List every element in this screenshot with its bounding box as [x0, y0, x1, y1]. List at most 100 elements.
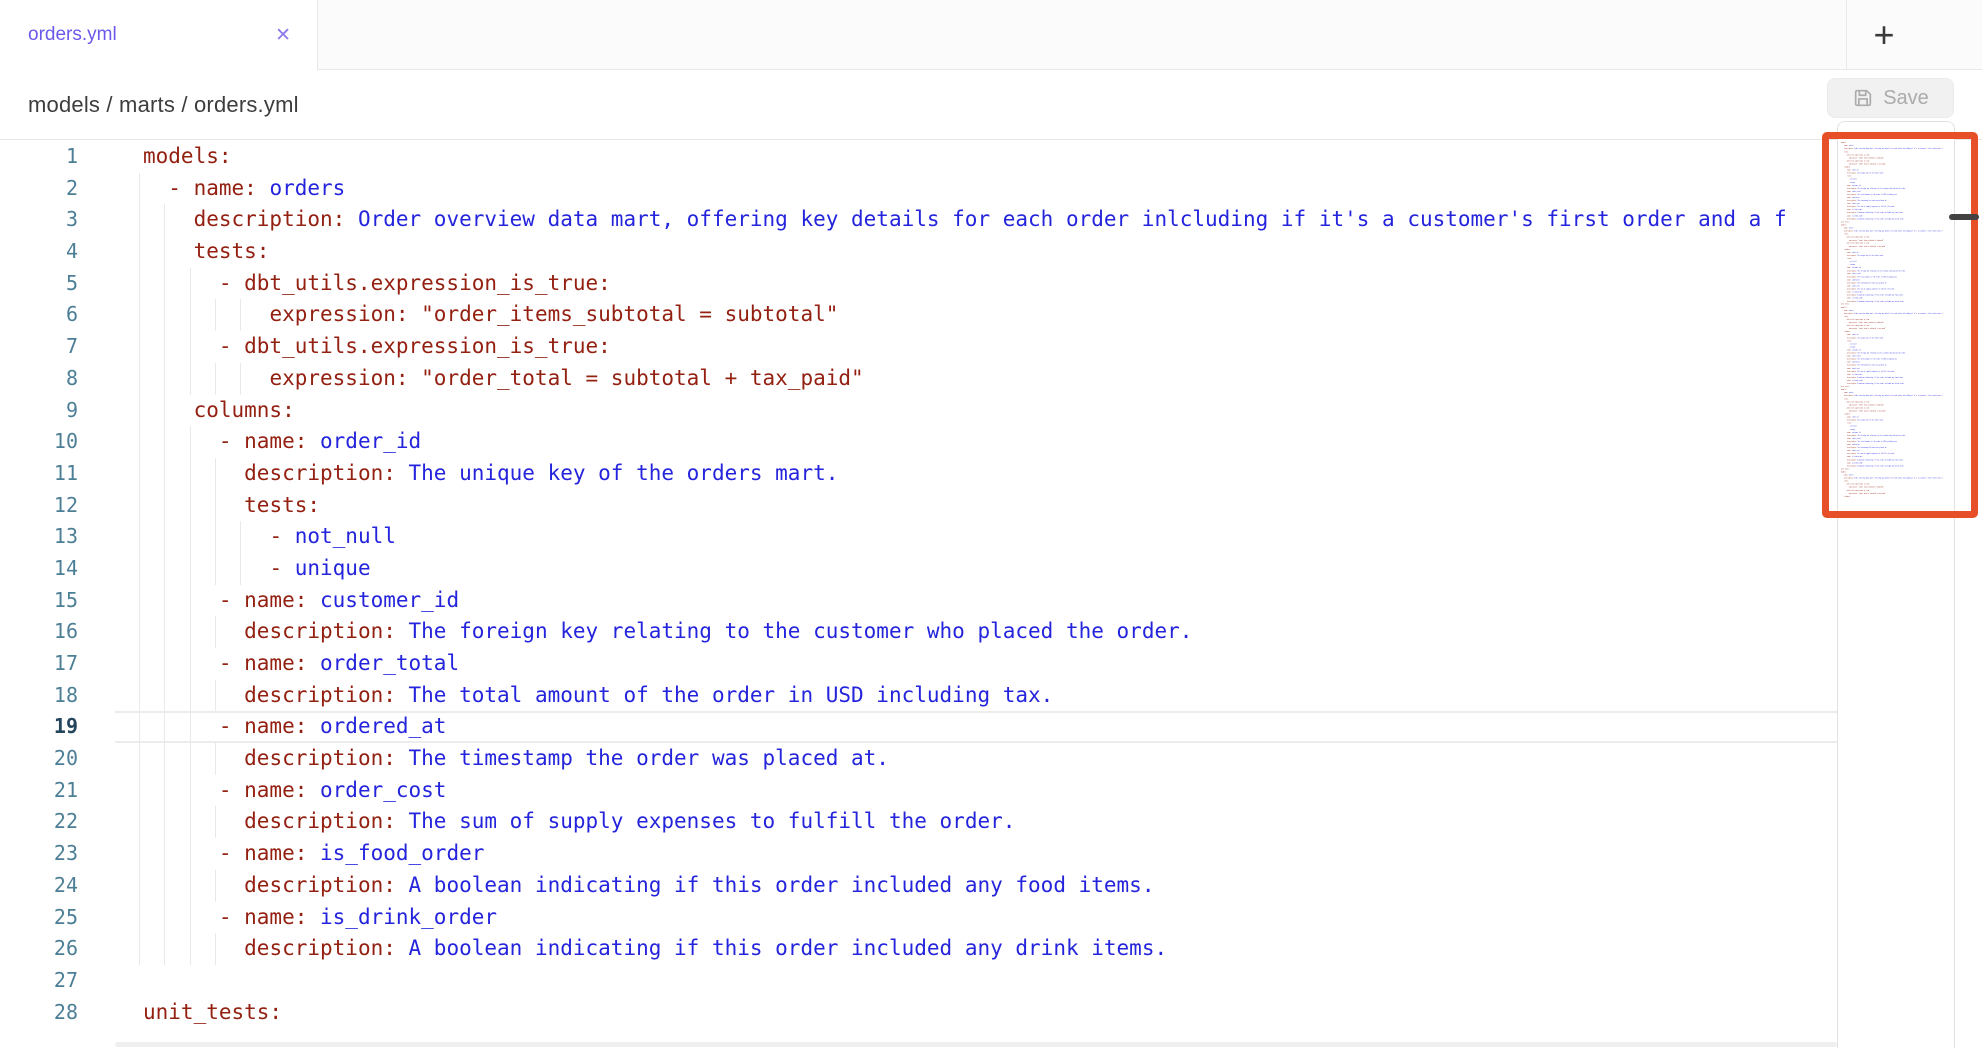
indent-guide: [164, 838, 165, 870]
line-number[interactable]: 23: [0, 838, 115, 870]
line-number[interactable]: 7: [0, 331, 115, 363]
code-line[interactable]: - not_null: [115, 521, 1837, 553]
code-line[interactable]: - name: orders: [115, 173, 1837, 205]
line-number[interactable]: 14: [0, 553, 115, 585]
code-line[interactable]: description: The unique key of the order…: [115, 458, 1837, 490]
line-number[interactable]: 28: [0, 997, 115, 1029]
code-line[interactable]: expression: "order_total = subtotal + ta…: [115, 363, 1837, 395]
code-line[interactable]: tests:: [115, 236, 1837, 268]
line-number[interactable]: 17: [0, 648, 115, 680]
indent-guide: [215, 490, 216, 522]
line-number[interactable]: 5: [0, 268, 115, 300]
indent-guide: [215, 299, 216, 331]
code-line[interactable]: unit_tests:: [115, 997, 1837, 1029]
code-line[interactable]: - name: order_id: [115, 426, 1837, 458]
close-icon[interactable]: ✕: [273, 24, 293, 47]
line-number[interactable]: 9: [0, 395, 115, 427]
code-line[interactable]: description: A boolean indicating if thi…: [115, 933, 1837, 965]
line-number-gutter: 1234567891011121314151617181920212223242…: [0, 141, 115, 1028]
code-line[interactable]: description: The timestamp the order was…: [115, 743, 1837, 775]
new-tab-button[interactable]: +: [1860, 12, 1908, 58]
tab-orders-yml[interactable]: orders.yml ✕: [0, 0, 318, 70]
code-line[interactable]: columns:: [115, 395, 1837, 427]
code-line[interactable]: - name: order_cost: [115, 775, 1837, 807]
line-number[interactable]: 21: [0, 775, 115, 807]
code-content[interactable]: models: - name: orders description: Orde…: [115, 141, 1837, 1028]
indent-guide: [139, 363, 140, 395]
code-line[interactable]: - dbt_utils.expression_is_true:: [115, 268, 1837, 300]
indent-guide: [190, 616, 191, 648]
indent-guide: [164, 204, 165, 236]
code-editor[interactable]: 1234567891011121314151617181920212223242…: [0, 140, 1982, 1048]
minimap[interactable]: models: - name: orders description: Orde…: [1837, 121, 1955, 1048]
indent-guide: [139, 490, 140, 522]
indent-guide: [139, 680, 140, 712]
indent-guide: [139, 648, 140, 680]
code-line[interactable]: expression: "order_items_subtotal = subt…: [115, 299, 1837, 331]
line-number[interactable]: 6: [0, 299, 115, 331]
indent-guide: [164, 236, 165, 268]
line-number[interactable]: 11: [0, 458, 115, 490]
indent-guide: [164, 648, 165, 680]
code-line[interactable]: description: Order overview data mart, o…: [115, 204, 1837, 236]
code-line[interactable]: tests:: [115, 490, 1837, 522]
code-line[interactable]: description: A boolean indicating if thi…: [115, 870, 1837, 902]
code-line[interactable]: - name: is_drink_order: [115, 902, 1837, 934]
line-number[interactable]: 19: [0, 711, 115, 743]
indent-guide: [215, 933, 216, 965]
line-number[interactable]: 25: [0, 902, 115, 934]
code-line[interactable]: description: The sum of supply expenses …: [115, 806, 1837, 838]
line-number[interactable]: 3: [0, 204, 115, 236]
indent-guide: [190, 553, 191, 585]
indent-guide: [164, 490, 165, 522]
line-number[interactable]: 2: [0, 173, 115, 205]
indent-guide: [139, 775, 140, 807]
indent-guide: [190, 806, 191, 838]
code-line[interactable]: models:: [115, 141, 1837, 173]
line-number[interactable]: 24: [0, 870, 115, 902]
indent-guide: [190, 268, 191, 300]
indent-guide: [139, 458, 140, 490]
indent-guide: [139, 173, 140, 205]
drag-handle[interactable]: [1949, 214, 1979, 220]
indent-guide: [164, 775, 165, 807]
indent-guide: [164, 585, 165, 617]
line-number[interactable]: 22: [0, 806, 115, 838]
code-line[interactable]: [115, 965, 1837, 997]
save-button[interactable]: Save: [1827, 78, 1954, 118]
code-line[interactable]: - name: order_total: [115, 648, 1837, 680]
indent-guide: [139, 711, 140, 743]
line-number[interactable]: 18: [0, 680, 115, 712]
indent-guide: [164, 426, 165, 458]
code-line[interactable]: - name: ordered_at: [115, 711, 1837, 743]
code-line[interactable]: - name: customer_id: [115, 585, 1837, 617]
code-line[interactable]: - unique: [115, 553, 1837, 585]
line-number[interactable]: 4: [0, 236, 115, 268]
code-line[interactable]: - name: is_food_order: [115, 838, 1837, 870]
indent-guide: [164, 933, 165, 965]
indent-guide: [139, 395, 140, 427]
indent-guide: [139, 521, 140, 553]
line-number[interactable]: 15: [0, 585, 115, 617]
indent-guide: [190, 585, 191, 617]
minimap-code: models: - name: orders description: Orde…: [1841, 141, 1951, 498]
line-number[interactable]: 16: [0, 616, 115, 648]
line-number[interactable]: 27: [0, 965, 115, 997]
line-number[interactable]: 1: [0, 141, 115, 173]
horizontal-scrollbar[interactable]: [115, 1042, 1837, 1047]
indent-guide: [139, 236, 140, 268]
indent-guide: [190, 331, 191, 363]
line-number[interactable]: 20: [0, 743, 115, 775]
line-number[interactable]: 26: [0, 933, 115, 965]
indent-guide: [190, 680, 191, 712]
line-number[interactable]: 12: [0, 490, 115, 522]
line-number[interactable]: 13: [0, 521, 115, 553]
line-number[interactable]: 10: [0, 426, 115, 458]
code-line[interactable]: description: The foreign key relating to…: [115, 616, 1837, 648]
indent-guide: [164, 806, 165, 838]
indent-guide: [139, 870, 140, 902]
code-line[interactable]: description: The total amount of the ord…: [115, 680, 1837, 712]
line-number[interactable]: 8: [0, 363, 115, 395]
indent-guide: [139, 743, 140, 775]
code-line[interactable]: - dbt_utils.expression_is_true:: [115, 331, 1837, 363]
